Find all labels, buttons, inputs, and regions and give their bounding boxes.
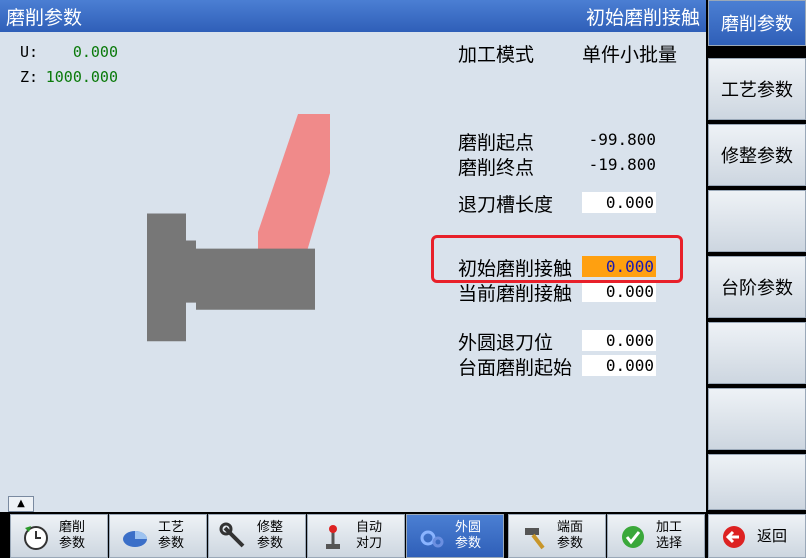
title-bar: 磨削参数 初始磨削接触: [0, 0, 706, 32]
pie-icon: [123, 531, 147, 547]
face-start-label: 台面磨削起始: [458, 357, 573, 379]
coord-u: U: 0.000: [20, 43, 118, 61]
coord-u-label: U:: [20, 43, 39, 61]
mode-label: 加工模式: [458, 44, 535, 66]
bottom-process-params[interactable]: 工艺 参数: [109, 514, 207, 558]
check-icon: [622, 526, 644, 548]
back-icon: [723, 526, 745, 548]
gears-icon: [420, 530, 444, 548]
bottom-auto-touch[interactable]: 自动 对刀: [307, 514, 405, 558]
groove-length-label: 退刀槽长度: [458, 194, 554, 216]
bottom-back-button[interactable]: 返回: [708, 514, 806, 558]
bottom-grinding-params[interactable]: 磨削 参数: [10, 514, 108, 558]
od-retract-field[interactable]: 0.000: [582, 330, 656, 351]
horizontal-softkeys: 磨削 参数 工艺 参数 修整 参数 自动 对刀 外圆 参数 端面 参数 加工 选择 返回: [0, 514, 806, 558]
softkey-grinding-params[interactable]: 磨削参数: [708, 0, 806, 46]
coord-u-value: 0.000: [72, 43, 118, 61]
bottom-dressing-params[interactable]: 修整 参数: [208, 514, 306, 558]
mode-value[interactable]: 单件小批量: [582, 40, 677, 67]
coord-z-value: 1000.000: [45, 68, 118, 86]
main-panel: 磨削参数 初始磨削接触 U: 0.000 Z: 1000.000 加工模式 单件…: [0, 0, 706, 512]
softkey-empty-7[interactable]: [708, 388, 806, 450]
current-contact-field[interactable]: 0.000: [582, 281, 656, 302]
vertical-softkeys: 磨削参数 工艺参数 修整参数 台阶参数: [708, 0, 806, 512]
wrench-icon: [219, 522, 245, 548]
softkey-dressing-params[interactable]: 修整参数: [708, 124, 806, 186]
softkey-empty-4[interactable]: [708, 190, 806, 252]
bottom-face-params[interactable]: 端面 参数: [508, 514, 606, 558]
softkey-process-params[interactable]: 工艺参数: [708, 58, 806, 120]
grind-start-value: -99.800: [588, 130, 656, 149]
coord-z: Z: 1000.000: [20, 68, 118, 86]
grind-end-value: -19.800: [588, 155, 656, 174]
bottom-machining-select[interactable]: 加工 选择: [607, 514, 705, 558]
od-retract-label: 外圆退刀位: [458, 332, 554, 354]
grind-start-label: 磨削起点: [458, 132, 535, 154]
page-title: 磨削参数: [6, 7, 83, 29]
joystick-icon: [326, 525, 340, 549]
hammer-icon: [525, 528, 545, 550]
highlight-box: [431, 235, 683, 283]
groove-length-field[interactable]: 0.000: [582, 192, 656, 213]
softkey-empty-8[interactable]: [708, 454, 806, 510]
softkey-empty-6[interactable]: [708, 322, 806, 384]
scroll-up-button[interactable]: ▲: [8, 496, 34, 512]
current-contact-label: 当前磨削接触: [458, 283, 573, 305]
softkey-step-params[interactable]: 台阶参数: [708, 256, 806, 318]
coord-z-label: Z:: [20, 68, 39, 86]
face-start-field[interactable]: 0.000: [582, 355, 656, 376]
grind-end-label: 磨削终点: [458, 157, 535, 179]
bottom-od-params[interactable]: 外圆 参数: [406, 514, 504, 558]
grinding-diagram: [147, 114, 330, 342]
clock-icon: [24, 526, 48, 550]
grinding-wheel: [258, 114, 330, 258]
current-field-title: 初始磨削接触: [585, 7, 700, 29]
